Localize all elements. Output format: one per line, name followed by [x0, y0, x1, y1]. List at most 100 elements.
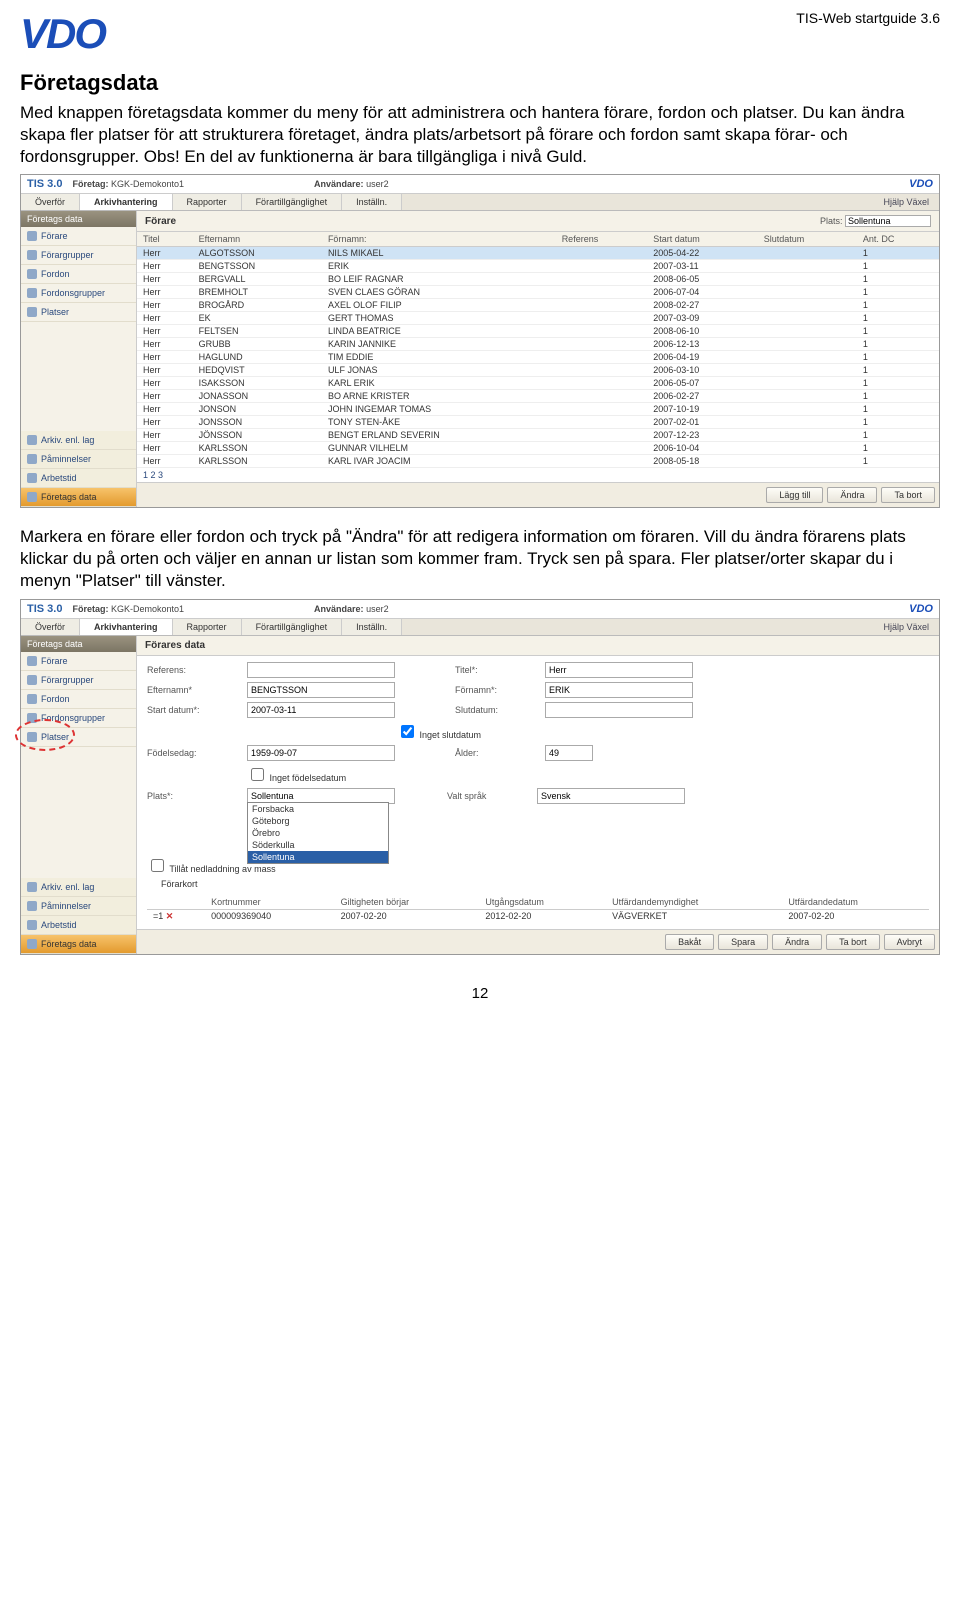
cancel-button[interactable]: Avbryt: [884, 934, 935, 950]
table-row[interactable]: HerrBREMHOLTSVEN CLAES GÖRAN2006-07-041: [137, 286, 939, 299]
plats-option[interactable]: Örebro: [248, 827, 388, 839]
tab-overfor[interactable]: Överför: [21, 194, 80, 210]
alder-label: Ålder:: [455, 748, 545, 758]
help-links[interactable]: Hjälp Växel: [873, 619, 939, 635]
tab-rapporter[interactable]: Rapporter: [173, 619, 242, 635]
noend-checkbox[interactable]: Inget slutdatum: [397, 722, 481, 741]
sidebar-bottom-foretag[interactable]: Företags data: [21, 935, 136, 954]
sidebar-bottom-arbetstid[interactable]: Arbetstid: [21, 469, 136, 488]
table-row[interactable]: HerrJONASSONBO ARNE KRISTER2006-02-271: [137, 390, 939, 403]
edit-button[interactable]: Ändra: [827, 487, 877, 503]
tab-rapporter[interactable]: Rapporter: [173, 194, 242, 210]
help-links[interactable]: Hjälp Växel: [873, 194, 939, 210]
col-header[interactable]: Slutdatum: [758, 232, 857, 247]
tab-bar: Överför Arkivhantering Rapporter Förarti…: [21, 194, 939, 211]
table-row[interactable]: HerrFELTSENLINDA BEATRICE2008-06-101: [137, 325, 939, 338]
plats-option[interactable]: Söderkulla: [248, 839, 388, 851]
col-header[interactable]: Efternamn: [193, 232, 322, 247]
titel-select[interactable]: [545, 662, 693, 678]
sidebar-item-platser[interactable]: Platser: [21, 303, 136, 322]
table-row[interactable]: HerrGRUBBKARIN JANNIKE2006-12-131: [137, 338, 939, 351]
reminder-icon: [27, 901, 37, 911]
brand-small: VDO: [909, 603, 933, 615]
sidebar-item-forare[interactable]: Förare: [21, 227, 136, 246]
table-row[interactable]: HerrBROGÅRDAXEL OLOF FILIP2008-02-271: [137, 299, 939, 312]
table-row[interactable]: HerrHAGLUNDTIM EDDIE2006-04-191: [137, 351, 939, 364]
back-button[interactable]: Bakåt: [665, 934, 714, 950]
company-label: Företag:: [72, 179, 108, 189]
tab-installn[interactable]: Inställn.: [342, 619, 402, 635]
plats-select[interactable]: [845, 215, 931, 227]
slut-input[interactable]: [545, 702, 693, 718]
user-label: Användare:: [314, 179, 364, 189]
table-row[interactable]: HerrALGOTSSONNILS MIKAEL2005-04-221: [137, 247, 939, 260]
fornamn-input[interactable]: [545, 682, 693, 698]
company-value: KGK-Demokonto1: [111, 604, 184, 614]
efternamn-input[interactable]: [247, 682, 395, 698]
fodelse-input[interactable]: [247, 745, 395, 761]
table-row[interactable]: HerrBERGVALLBO LEIF RAGNAR2008-06-051: [137, 273, 939, 286]
sidebar-item-label: Företags data: [41, 939, 97, 949]
table-row[interactable]: HerrBENGTSSONERIK2007-03-111: [137, 260, 939, 273]
group-icon: [27, 675, 37, 685]
group-icon: [27, 250, 37, 260]
col-header[interactable]: Titel: [137, 232, 193, 247]
table-row[interactable]: =1 ✕0000093690402007-02-202012-02-20VÄGV…: [147, 909, 929, 923]
col-header[interactable]: Start datum: [647, 232, 757, 247]
plats-option[interactable]: Göteborg: [248, 815, 388, 827]
vehicle-icon: [27, 694, 37, 704]
sidebar-bottom-paminn[interactable]: Påminnelser: [21, 450, 136, 469]
table-row[interactable]: HerrHEDQVISTULF JONAS2006-03-101: [137, 364, 939, 377]
alder-input[interactable]: [545, 745, 593, 761]
col-header[interactable]: Ant. DC: [857, 232, 939, 247]
sidebar-item-fordonsgrupper[interactable]: Fordonsgrupper: [21, 284, 136, 303]
referens-input[interactable]: [247, 662, 395, 678]
tab-arkiv[interactable]: Arkivhantering: [80, 619, 173, 635]
pager[interactable]: 1 2 3: [137, 468, 939, 482]
delete-button[interactable]: Ta bort: [826, 934, 880, 950]
sidebar-item-label: Påminnelser: [41, 454, 91, 464]
sidebar-item-platser[interactable]: Platser: [21, 728, 136, 747]
col-header[interactable]: Referens: [556, 232, 648, 247]
section-title: Företagsdata: [20, 70, 940, 96]
plats-option[interactable]: Forsbacka: [248, 803, 388, 815]
col-header: [147, 895, 205, 910]
sidebar-item-label: Arkiv. enl. lag: [41, 882, 94, 892]
tab-overfor[interactable]: Överför: [21, 619, 80, 635]
plats-option[interactable]: Sollentuna: [248, 851, 388, 863]
sidebar-item-forargrupper[interactable]: Förargrupper: [21, 671, 136, 690]
col-header[interactable]: Förnamn:: [322, 232, 556, 247]
table-row[interactable]: HerrKARLSSONKARL IVAR JOACIM2008-05-181: [137, 455, 939, 468]
slut-label: Slutdatum:: [455, 705, 545, 715]
tab-forartillg[interactable]: Förartillgänglighet: [242, 619, 343, 635]
sidebar-item-forare[interactable]: Förare: [21, 652, 136, 671]
table-row[interactable]: HerrISAKSSONKARL ERIK2006-05-071: [137, 377, 939, 390]
sprak-select[interactable]: [537, 788, 685, 804]
col-header: Giltigheten börjar: [335, 895, 480, 910]
sidebar-item-label: Arbetstid: [41, 473, 77, 483]
table-row[interactable]: HerrEKGERT THOMAS2007-03-091: [137, 312, 939, 325]
table-row[interactable]: HerrKARLSSONGUNNAR VILHELM2006-10-041: [137, 442, 939, 455]
tab-arkiv[interactable]: Arkivhantering: [80, 194, 173, 210]
sidebar-bottom-foretag[interactable]: Företags data: [21, 488, 136, 507]
start-input[interactable]: [247, 702, 395, 718]
add-button[interactable]: Lägg till: [766, 487, 823, 503]
table-row[interactable]: HerrJONSSONTONY STEN-ÅKE2007-02-011: [137, 416, 939, 429]
sidebar-bottom-arkiv[interactable]: Arkiv. enl. lag: [21, 431, 136, 450]
sidebar-bottom-arbetstid[interactable]: Arbetstid: [21, 916, 136, 935]
save-button[interactable]: Spara: [718, 934, 768, 950]
table-row[interactable]: HerrJONSONJOHN INGEMAR TOMAS2007-10-191: [137, 403, 939, 416]
table-row[interactable]: HerrJÖNSSONBENGT ERLAND SEVERIN2007-12-2…: [137, 429, 939, 442]
delete-button[interactable]: Ta bort: [881, 487, 935, 503]
sidebar-item-fordon[interactable]: Fordon: [21, 690, 136, 709]
nobirth-checkbox[interactable]: Inget födelsedatum: [247, 765, 346, 784]
card-table: KortnummerGiltigheten börjarUtgångsdatum…: [147, 895, 929, 923]
tab-installn[interactable]: Inställn.: [342, 194, 402, 210]
tab-forartillg[interactable]: Förartillgänglighet: [242, 194, 343, 210]
sidebar-bottom-paminn[interactable]: Påminnelser: [21, 897, 136, 916]
sidebar-item-fordon[interactable]: Fordon: [21, 265, 136, 284]
edit-button[interactable]: Ändra: [772, 934, 822, 950]
sidebar-item-forargrupper[interactable]: Förargrupper: [21, 246, 136, 265]
sidebar-bottom-arkiv[interactable]: Arkiv. enl. lag: [21, 878, 136, 897]
sidebar-item-label: Fordon: [41, 694, 70, 704]
